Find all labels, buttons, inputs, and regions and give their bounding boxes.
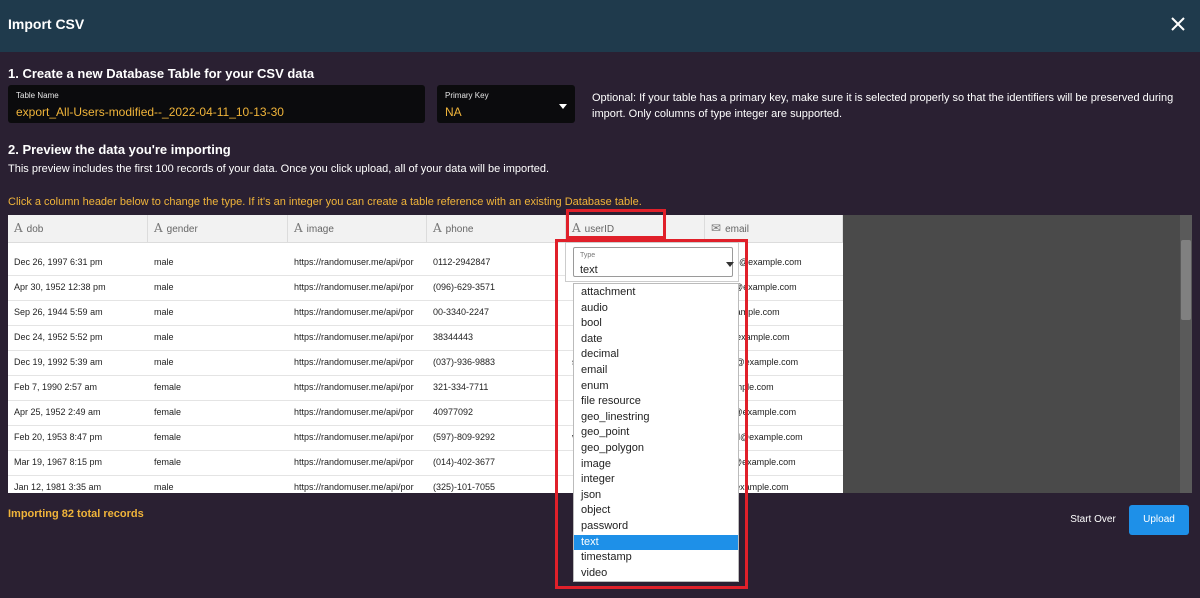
- upload-button[interactable]: Upload: [1129, 505, 1189, 535]
- table-cell: Apr 30, 1952 12:38 pm: [14, 282, 106, 292]
- table-cell: Mar 19, 1967 8:15 pm: [14, 457, 103, 467]
- table-cell: Dec 24, 1952 5:52 pm: [14, 332, 103, 342]
- column-header-email[interactable]: ✉ email: [705, 215, 843, 242]
- column-header-label: gender: [166, 224, 198, 235]
- table-cell: (325)-101-7055: [433, 482, 496, 492]
- column-header-gender[interactable]: Agender: [148, 215, 288, 242]
- table-cell: https://randomuser.me/api/por: [294, 332, 414, 342]
- table-name-field[interactable]: Table Name export_All-Users-modified--_2…: [8, 85, 425, 123]
- text-type-icon: A: [14, 221, 23, 235]
- table-cell: https://randomuser.me/api/por: [294, 307, 414, 317]
- table-cell: female: [154, 407, 182, 417]
- text-type-icon: A: [294, 221, 303, 235]
- table-cell: male: [154, 307, 174, 317]
- table-cell: https://randomuser.me/api/por: [294, 407, 414, 417]
- table-cell: Dec 26, 1997 6:31 pm: [14, 257, 103, 267]
- table-cell: (096)-629-3571: [433, 282, 496, 292]
- table-cell: (037)-936-9883: [433, 357, 496, 367]
- table-cell: https://randomuser.me/api/por: [294, 382, 414, 392]
- primary-key-label: Primary Key: [445, 91, 489, 100]
- table-name-value[interactable]: export_All-Users-modified--_2022-04-11_1…: [16, 105, 284, 119]
- table-cell: https://randomuser.me/api/por: [294, 357, 414, 367]
- table-cell: https://randomuser.me/api/por: [294, 432, 414, 442]
- email-type-icon: ✉: [711, 221, 722, 235]
- caret-down-icon: [559, 104, 567, 109]
- table-cell: https://randomuser.me/api/por: [294, 482, 414, 492]
- column-header-image[interactable]: Aimage: [288, 215, 427, 242]
- table-cell: female: [154, 382, 182, 392]
- column-header-phone[interactable]: Aphone: [427, 215, 566, 242]
- table-cell: 00-3340-2247: [433, 307, 490, 317]
- table-cell: (597)-809-9292: [433, 432, 496, 442]
- column-header-dob[interactable]: Adob: [8, 215, 148, 242]
- table-cell: 40977092: [433, 407, 474, 417]
- section1-heading: 1. Create a new Database Table for your …: [8, 66, 315, 81]
- table-cell: female: [154, 457, 182, 467]
- table-cell: Feb 20, 1953 8:47 pm: [14, 432, 103, 442]
- empty-table-area: [843, 215, 1180, 493]
- table-cell: female: [154, 432, 182, 442]
- record-count: Importing 82 total records: [8, 508, 144, 520]
- text-type-icon: A: [154, 221, 163, 235]
- table-cell: Sep 26, 1944 5:59 am: [14, 307, 103, 317]
- table-cell: Dec 19, 1992 5:39 am: [14, 357, 103, 367]
- table-cell: male: [154, 482, 174, 492]
- primary-key-select[interactable]: Primary Key NA: [437, 85, 575, 123]
- table-cell: Feb 7, 1990 2:57 am: [14, 382, 98, 392]
- text-type-icon: A: [433, 221, 442, 235]
- table-cell: 38344443: [433, 332, 474, 342]
- column-header-label: phone: [445, 224, 474, 235]
- primary-key-value: NA: [445, 105, 462, 119]
- table-cell: Jan 12, 1981 3:35 am: [14, 482, 102, 492]
- highlight-type-dropdown: [555, 239, 748, 589]
- primary-key-note: Optional: If your table has a primary ke…: [592, 92, 1174, 120]
- start-over-button[interactable]: Start Over: [1062, 507, 1124, 533]
- dialog-titlebar: Import CSV: [0, 0, 1200, 52]
- table-name-label: Table Name: [16, 91, 59, 100]
- table-cell: https://randomuser.me/api/por: [294, 457, 414, 467]
- dialog-title: Import CSV: [8, 16, 85, 32]
- table-cell: male: [154, 282, 174, 292]
- table-cell: male: [154, 257, 174, 267]
- close-icon[interactable]: [1166, 12, 1190, 36]
- table-cell: https://randomuser.me/api/por: [294, 257, 414, 267]
- table-cell: male: [154, 332, 174, 342]
- highlight-userid-header: [566, 209, 666, 239]
- table-cell: 0112-2942847: [433, 257, 491, 267]
- table-cell: https://randomuser.me/api/por: [294, 282, 414, 292]
- section2-heading: 2. Preview the data you're importing: [8, 142, 231, 157]
- table-cell: (014)-402-3677: [433, 457, 496, 467]
- table-cell: male: [154, 357, 174, 367]
- scrollbar-thumb[interactable]: [1181, 240, 1191, 320]
- column-type-hint: Click a column header below to change th…: [8, 196, 642, 208]
- table-cell: Apr 25, 1952 2:49 am: [14, 407, 101, 417]
- column-header-label: dob: [26, 224, 44, 235]
- column-header-label: email: [725, 224, 749, 235]
- column-header-label: image: [306, 224, 334, 235]
- table-cell: 321-334-7711: [433, 382, 489, 392]
- preview-description: This preview includes the first 100 reco…: [8, 163, 550, 175]
